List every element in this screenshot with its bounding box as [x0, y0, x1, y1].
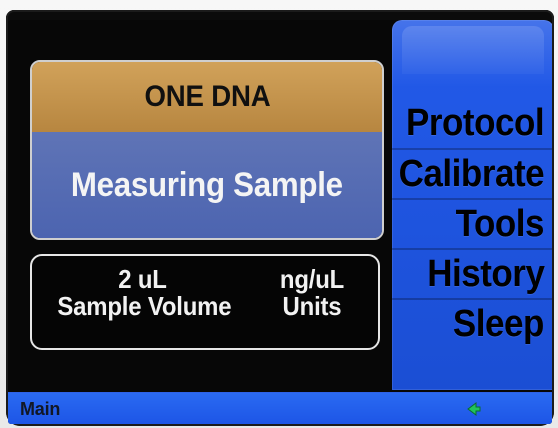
status-message: Measuring Sample	[71, 165, 343, 204]
units-value: ng/uL	[279, 264, 345, 294]
menu-item-tools[interactable]: Tools	[392, 198, 552, 248]
assay-status-card: ONE DNA Measuring Sample	[30, 60, 384, 240]
menu-item-label: History	[426, 252, 545, 295]
units-setting: ng/uL Units	[252, 264, 372, 322]
sample-volume-value: 2 uL	[118, 264, 167, 294]
device-screen: ONE DNA Measuring Sample 2 uL Sample Vol…	[8, 20, 552, 424]
sample-volume-setting: 2 uL Sample Volume	[50, 264, 235, 322]
menu-item-label: Sleep	[453, 302, 544, 345]
measurement-status: Measuring Sample	[32, 132, 382, 238]
settings-card: 2 uL Sample Volume ng/uL Units	[30, 254, 380, 350]
status-bar: Main	[8, 392, 552, 424]
menu-item-calibrate[interactable]: Calibrate	[392, 148, 552, 198]
menu-item-label: Calibrate	[398, 152, 545, 195]
menu-item-label: Tools	[455, 202, 545, 245]
green-arrow-left-icon	[467, 402, 481, 416]
menu-item-history[interactable]: History	[392, 248, 552, 298]
menu-item-sleep[interactable]: Sleep	[392, 298, 552, 348]
side-menu: Protocol Calibrate Tools History Sleep	[392, 20, 552, 390]
device-frame: ONE DNA Measuring Sample 2 uL Sample Vol…	[0, 0, 558, 428]
screen-label: Main	[20, 399, 61, 419]
assay-header: ONE DNA	[32, 62, 382, 132]
units-label: Units	[282, 291, 342, 322]
menu-item-protocol[interactable]: Protocol	[392, 98, 552, 148]
menu-item-label: Protocol	[405, 101, 545, 144]
sample-volume-label: Sample Volume	[57, 291, 232, 322]
assay-name: ONE DNA	[143, 80, 270, 113]
